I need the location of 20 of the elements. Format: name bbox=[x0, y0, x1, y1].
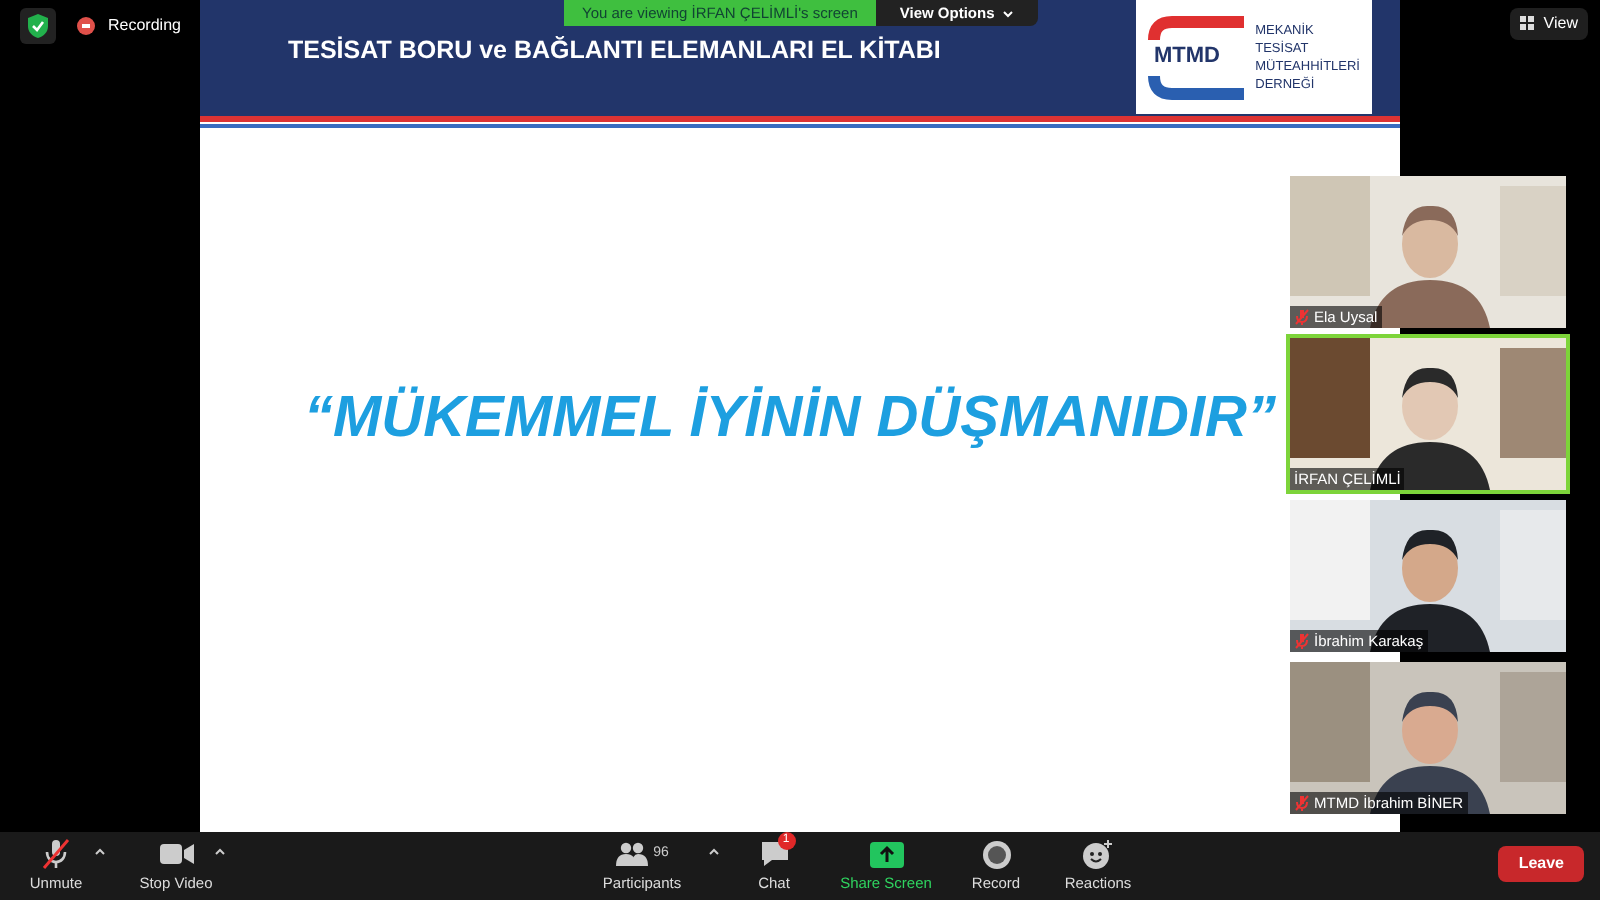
caret-icon[interactable] bbox=[212, 844, 228, 860]
caret-icon bbox=[1002, 9, 1015, 17]
shield-icon bbox=[20, 8, 56, 44]
caret-icon[interactable] bbox=[706, 844, 722, 860]
logo-mark: MTMD bbox=[1154, 45, 1220, 67]
stripes-icon bbox=[1148, 13, 1248, 101]
grid-icon bbox=[1519, 16, 1536, 32]
leave-button[interactable]: Leave bbox=[1498, 846, 1584, 882]
video-camera-icon bbox=[159, 842, 193, 866]
recording-icon bbox=[76, 16, 96, 36]
slide-title: TESİSAT BORU ve BAĞLANTI ELEMANLARI EL KİTABI bbox=[288, 33, 941, 68]
record-icon bbox=[981, 839, 1011, 869]
smiley-icon bbox=[1082, 839, 1114, 869]
share-screen-icon bbox=[869, 841, 903, 867]
people-icon bbox=[615, 842, 648, 866]
quote-text: “MÜKEMMEL İYİNİN DÜŞMANIDIR” bbox=[303, 384, 1277, 455]
view-button[interactable]: View bbox=[1509, 8, 1588, 40]
chat-bubble-icon bbox=[759, 840, 789, 868]
caret-icon[interactable] bbox=[92, 844, 108, 860]
recording-label: Recording bbox=[108, 14, 181, 38]
